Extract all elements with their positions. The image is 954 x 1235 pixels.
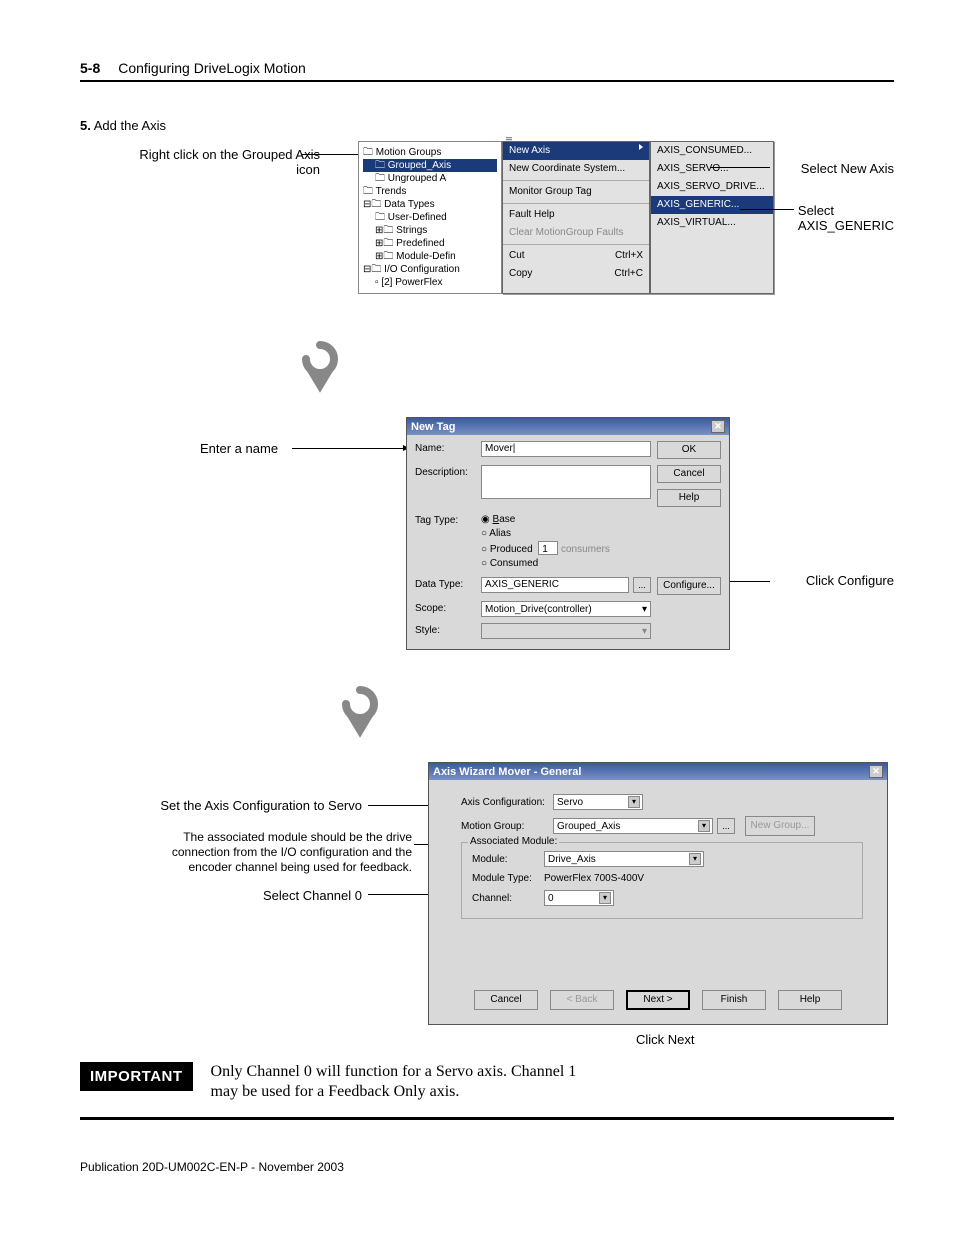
ok-button[interactable]: OK <box>657 441 721 459</box>
menu-fault-help[interactable]: Fault Help <box>503 206 649 224</box>
close-icon[interactable]: ✕ <box>711 420 725 433</box>
radio-consumed[interactable]: ○ Consumed <box>481 557 651 571</box>
dialog-title: New Tag <box>411 421 455 433</box>
menu-clear-faults: Clear MotionGroup Faults <box>503 224 649 242</box>
submenu-axis-consumed[interactable]: AXIS_CONSUMED... <box>651 142 773 160</box>
name-label: Name: <box>415 441 475 454</box>
new-group-button: New Group... <box>745 816 815 836</box>
annotation-channel-0: Select Channel 0 <box>92 888 362 903</box>
motion-group-select[interactable]: Grouped_Axis▾ <box>553 818 713 834</box>
wizard-finish-button[interactable]: Finish <box>702 990 766 1010</box>
module-label: Module: <box>472 854 544 865</box>
channel-label: Channel: <box>472 893 544 904</box>
menu-copy[interactable]: CopyCtrl+C <box>503 265 649 283</box>
module-type-label: Module Type: <box>472 873 544 884</box>
cancel-button[interactable]: Cancel <box>657 465 721 483</box>
submenu-axis-servo[interactable]: AXIS_SERVO... <box>651 160 773 178</box>
new-axis-submenu[interactable]: AXIS_CONSUMED... AXIS_SERVO... AXIS_SERV… <box>650 141 774 294</box>
motion-group-browse[interactable]: ... <box>717 818 735 834</box>
style-select: ▾ <box>481 623 651 639</box>
step-5: 5. Add the Axis <box>80 118 894 133</box>
important-tag: IMPORTANT <box>80 1062 193 1091</box>
annotation-select-new-axis: Select New Axis <box>801 161 894 176</box>
data-type-browse-button[interactable]: ... <box>633 577 651 593</box>
radio-produced[interactable]: ○ Produced 1 consumers <box>481 541 651 557</box>
submenu-axis-servo-drive[interactable]: AXIS_SERVO_DRIVE... <box>651 178 773 196</box>
tree-grouped-axis[interactable]: 🗀 Grouped_Axis <box>363 159 497 172</box>
tree-powerflex[interactable]: ▫ [2] PowerFlex <box>363 276 497 289</box>
scope-select[interactable]: Motion_Drive(controller)▾ <box>481 601 651 617</box>
wizard-next-button[interactable]: Next > <box>626 990 690 1010</box>
tree-io-config[interactable]: ⊟🗀 I/O Configuration <box>363 263 497 276</box>
submenu-axis-virtual[interactable]: AXIS_VIRTUAL... <box>651 214 773 232</box>
scope-label: Scope: <box>415 601 475 614</box>
tree-motion-groups[interactable]: 🗀 Motion Groups <box>363 146 497 159</box>
associated-module-legend: Associated Module: <box>468 836 559 847</box>
radio-alias[interactable]: ○ Alias <box>481 527 651 541</box>
description-input[interactable] <box>481 465 651 499</box>
wizard-title: Axis Wizard Mover - General <box>433 766 581 778</box>
close-icon[interactable]: ✕ <box>869 765 883 778</box>
page-number: 5-8 <box>80 60 100 76</box>
annotation-select-axis-generic: SelectAXIS_GENERIC <box>798 203 894 233</box>
tree-ungrouped[interactable]: 🗀 Ungrouped A <box>363 172 497 185</box>
menu-new-axis[interactable]: New Axis <box>503 142 649 160</box>
annotation-click-next: Click Next <box>636 1032 695 1047</box>
submenu-axis-generic[interactable]: AXIS_GENERIC... <box>651 196 773 214</box>
tree-data-types[interactable]: ⊟🗀 Data Types <box>363 198 497 211</box>
associated-module-group: Associated Module: Module: Drive_Axis▾ M… <box>461 842 863 919</box>
tag-type-radios[interactable]: ◉ BBasease ○ Alias ○ Produced 1 consumer… <box>481 513 651 571</box>
flow-arrow-1 <box>290 337 350 397</box>
figure-1: Right click on the Grouped Axis icon 🗀 M… <box>80 147 894 327</box>
tag-type-label: Tag Type: <box>415 513 475 526</box>
tree-user-defined[interactable]: 🗀 User-Defined <box>363 211 497 224</box>
axis-wizard-dialog: Axis Wizard Mover - General ✕ Axis Confi… <box>428 762 888 1025</box>
annotation-click-configure: Click Configure <box>806 573 894 588</box>
data-type-input[interactable]: AXIS_GENERIC <box>481 577 629 593</box>
menu-new-coord-system[interactable]: New Coordinate System... <box>503 160 649 178</box>
project-tree[interactable]: 🗀 Motion Groups 🗀 Grouped_Axis 🗀 Ungroup… <box>358 141 502 294</box>
tree-trends[interactable]: 🗀 Trends <box>363 185 497 198</box>
tree-module-defined[interactable]: ⊞🗀 Module-Defin <box>363 250 497 263</box>
axis-config-label: Axis Configuration: <box>461 797 553 808</box>
tree-predefined[interactable]: ⊞🗀 Predefined <box>363 237 497 250</box>
channel-select[interactable]: 0▾ <box>544 890 614 906</box>
annotation-associated-module: The associated module should be the driv… <box>92 830 412 875</box>
wizard-back-button: < Back <box>550 990 614 1010</box>
menu-monitor-group-tag[interactable]: Monitor Group Tag <box>503 183 649 201</box>
flow-arrow-2 <box>330 682 390 742</box>
menu-cut[interactable]: CutCtrl+X <box>503 247 649 265</box>
data-type-label: Data Type: <box>415 577 475 590</box>
description-label: Description: <box>415 465 475 478</box>
wizard-titlebar: Axis Wizard Mover - General ✕ <box>429 763 887 780</box>
important-text: Only Channel 0 will function for a Servo… <box>211 1062 591 1102</box>
name-input[interactable]: Mover| <box>481 441 651 457</box>
chapter-title: Configuring DriveLogix Motion <box>118 60 306 76</box>
wizard-cancel-button[interactable]: Cancel <box>474 990 538 1010</box>
tree-strings[interactable]: ⊞🗀 Strings <box>363 224 497 237</box>
axis-config-select[interactable]: Servo▾ <box>553 794 643 810</box>
annotation-servo: Set the Axis Configuration to Servo <box>92 798 362 813</box>
annotation-enter-name: Enter a name <box>200 441 278 456</box>
dialog-titlebar: New Tag ✕ <box>407 418 729 435</box>
motion-group-label: Motion Group: <box>461 821 553 832</box>
publication-footer: Publication 20D-UM002C-EN-P - November 2… <box>80 1160 894 1174</box>
module-select[interactable]: Drive_Axis▾ <box>544 851 704 867</box>
new-tag-dialog: New Tag ✕ Name: Mover| OK Description: C… <box>406 417 730 650</box>
page-header: 5-8 Configuring DriveLogix Motion <box>80 60 894 82</box>
configure-button[interactable]: Configure... <box>657 577 721 595</box>
wizard-help-button[interactable]: Help <box>778 990 842 1010</box>
radio-base[interactable]: ◉ BBasease <box>481 513 651 527</box>
figure-3: Set the Axis Configuration to Servo The … <box>80 762 894 1042</box>
context-menu[interactable]: New Axis New Coordinate System... Monito… <box>502 141 650 294</box>
module-type-value: PowerFlex 700S-400V <box>544 873 644 884</box>
figure-2: Enter a name Click Configure New Tag ✕ N… <box>80 417 894 667</box>
annotation-right-click: Right click on the Grouped Axis icon <box>120 147 320 177</box>
important-note: IMPORTANT Only Channel 0 will function f… <box>80 1062 894 1120</box>
help-button[interactable]: Help <box>657 489 721 507</box>
style-label: Style: <box>415 623 475 636</box>
